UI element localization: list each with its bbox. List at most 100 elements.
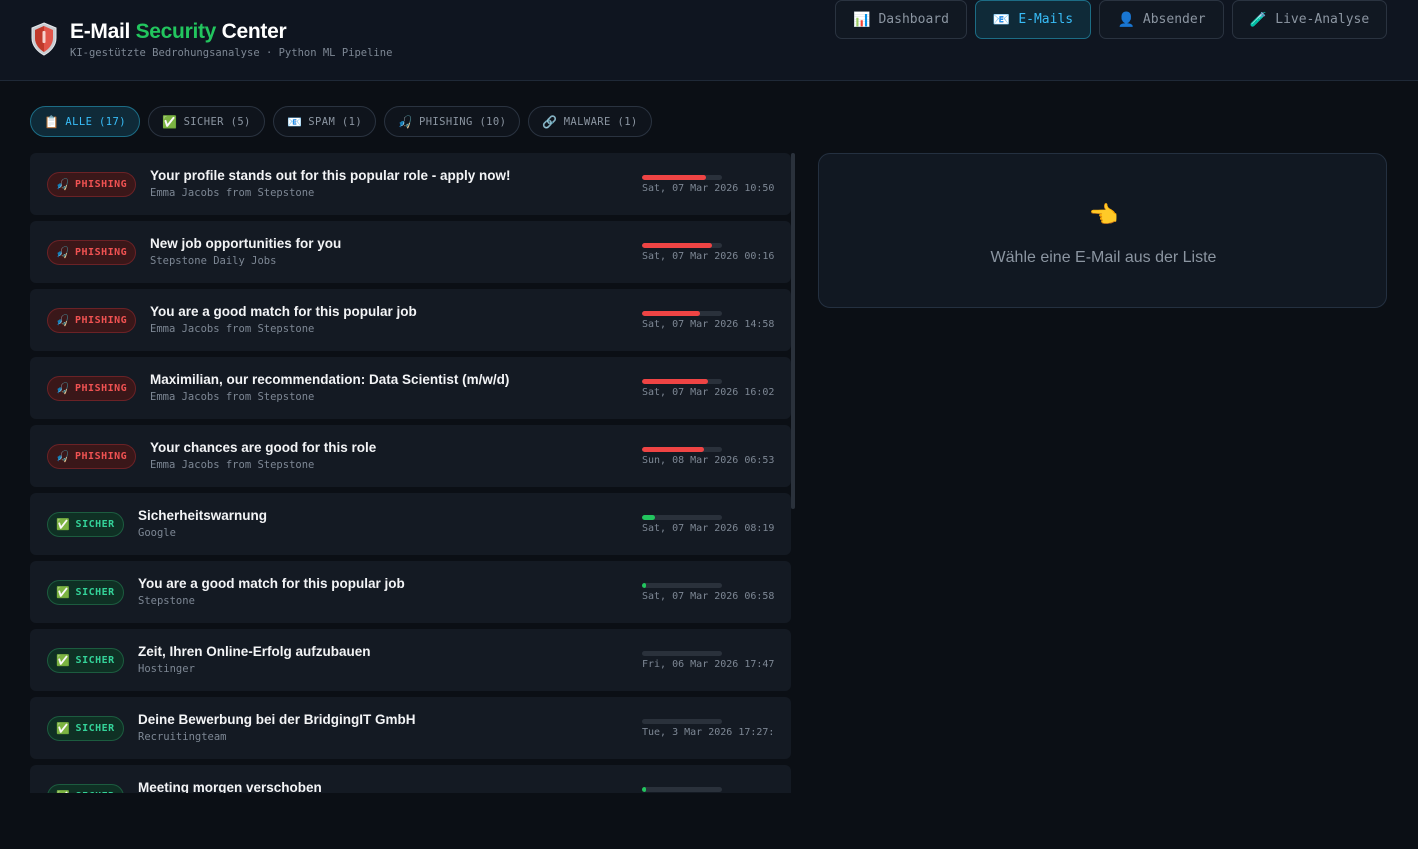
check-icon: ✅ (56, 654, 71, 667)
risk-score-bar (642, 379, 722, 384)
email-subject: Sicherheitswarnung (138, 508, 268, 523)
phishing-badge: 🎣 PHISHING (47, 376, 136, 401)
filter-sicher[interactable]: ✅ SICHER (5) (148, 106, 265, 137)
check-icon: ✅ (56, 586, 71, 599)
chart-icon: 📊 (853, 11, 871, 28)
email-row[interactable]: ✅ SICHER Zeit, Ihren Online-Erfolg aufzuba… (30, 629, 791, 691)
mail-icon: 📧 (286, 114, 303, 129)
title-suffix: Center (221, 20, 287, 43)
risk-score-fill (642, 583, 646, 588)
mail-icon: 📧 (992, 11, 1011, 28)
filter-spam[interactable]: 📧 SPAM (1) (273, 106, 376, 137)
filter-label: PHISHING (10) (418, 115, 507, 128)
sicher-badge: ✅ SICHER (47, 648, 124, 673)
check-icon: ✅ (56, 722, 71, 735)
sicher-badge: ✅ SICHER (47, 716, 124, 741)
risk-score-bar (642, 787, 722, 792)
sicher-badge: ✅ SICHER (47, 784, 124, 793)
badge-label: PHISHING (75, 451, 128, 462)
risk-score-fill (642, 311, 700, 316)
sicher-badge: ✅ SICHER (47, 512, 124, 537)
email-sender: Emma Jacobs from Stepstone (150, 187, 315, 199)
filter-label: ALLE (17) (65, 115, 126, 128)
risk-score-fill (642, 175, 706, 180)
risk-score-bar (642, 243, 722, 248)
phishing-badge: 🎣 PHISHING (47, 240, 136, 265)
email-detail-panel: 👈 Wähle eine E-Mail aus der Liste (818, 153, 1387, 308)
email-subject: New job opportunities for you (150, 236, 342, 251)
email-sender: Google (138, 527, 176, 539)
badge-label: PHISHING (75, 247, 128, 258)
fishing-icon: 🎣 (397, 114, 413, 129)
risk-score-bar (642, 447, 722, 452)
filter-malware[interactable]: 🔗 MALWARE (1) (528, 106, 652, 137)
nav-label: Live-Analyse (1275, 12, 1370, 27)
fishing-icon: 🎣 (55, 450, 71, 463)
risk-score-bar (642, 719, 722, 724)
email-list[interactable]: 🎣 PHISHING Your profile stands out for thi… (30, 153, 791, 793)
email-sender: Recruitingteam (138, 731, 227, 743)
email-sender: Stepstone (138, 595, 195, 607)
email-sender: Stepstone Daily Jobs (150, 255, 277, 267)
email-row[interactable]: 🎣 PHISHING New job opportunities for you St… (30, 221, 791, 283)
email-date: Sat, 07 Mar 2026 14:58 (642, 319, 775, 330)
email-date: Fri, 06 Mar 2026 17:47 (642, 659, 775, 670)
email-date: Sat, 07 Mar 2026 08:19 (642, 523, 775, 534)
check-icon: ✅ (56, 518, 71, 531)
risk-score-fill (642, 379, 709, 384)
phishing-badge: 🎣 PHISHING (47, 308, 136, 333)
email-subject: Zeit, Ihren Online-Erfolg aufzubauen (138, 644, 371, 659)
risk-score-fill (642, 787, 646, 792)
email-row[interactable]: ✅ SICHER Meeting morgen verschoben (30, 765, 791, 793)
badge-label: SICHER (75, 519, 115, 530)
email-row[interactable]: 🎣 PHISHING Your profile stands out for thi… (30, 153, 791, 215)
email-sender: Emma Jacobs from Stepstone (150, 459, 315, 471)
email-row[interactable]: ✅ SICHER You are a good match for this pop… (30, 561, 791, 623)
badge-label: SICHER (75, 655, 115, 666)
sicher-badge: ✅ SICHER (47, 580, 124, 605)
fishing-icon: 🎣 (55, 314, 71, 327)
shield-icon (31, 22, 57, 56)
nav-label: Absender (1142, 12, 1206, 27)
email-date: Sun, 08 Mar 2026 06:53 (642, 455, 775, 466)
email-subject: You are a good match for this popular jo… (150, 304, 417, 319)
nav-label: E-Mails (1018, 12, 1074, 27)
fishing-icon: 🎣 (55, 246, 71, 259)
email-row[interactable]: 🎣 PHISHING Your chances are good for this … (30, 425, 791, 487)
check-icon: ✅ (56, 790, 70, 793)
fishing-icon: 🎣 (55, 382, 71, 395)
nav-emails-button[interactable]: 📧 E-Mails (975, 0, 1091, 39)
risk-score-bar (642, 583, 722, 588)
email-date: Tue, 3 Mar 2026 17:27: (642, 727, 775, 738)
filter-alle[interactable]: 📋 ALLE (17) (30, 106, 140, 137)
check-icon: ✅ (162, 114, 178, 129)
risk-score-fill (642, 243, 713, 248)
badge-label: PHISHING (75, 383, 128, 394)
badge-label: SICHER (75, 723, 115, 734)
email-date: Sat, 07 Mar 2026 00:16 (642, 251, 775, 262)
risk-score-bar (642, 515, 722, 520)
detail-hint: Wähle eine E-Mail aus der Liste (990, 249, 1217, 266)
nav-live-analyse-button[interactable]: 🧪 Live-Analyse (1232, 0, 1387, 39)
user-icon: 👤 (1117, 11, 1135, 28)
risk-score-fill (642, 515, 655, 520)
badge-label: SICHER (76, 791, 115, 793)
email-date: Sat, 07 Mar 2026 06:58 (642, 591, 775, 602)
email-row[interactable]: 🎣 PHISHING Maximilian, our recommendation:… (30, 357, 791, 419)
email-row[interactable]: ✅ SICHER Sicherheitswarnung Google Sat, 07 M… (30, 493, 791, 555)
email-list-scrollbar[interactable] (791, 153, 795, 509)
email-row[interactable]: 🎣 PHISHING You are a good match for this p… (30, 289, 791, 351)
filter-phishing[interactable]: 🎣 PHISHING (10) (384, 106, 520, 137)
nav-label: Dashboard (878, 12, 949, 27)
email-subject: Meeting morgen verschoben (138, 780, 322, 793)
email-subject: Your profile stands out for this popular… (150, 168, 511, 183)
email-row[interactable]: ✅ SICHER Deine Bewerbung bei der BridgingI… (30, 697, 791, 759)
nav-dashboard-button[interactable]: 📊 Dashboard (835, 0, 967, 39)
email-subject: You are a good match for this popular jo… (138, 576, 405, 591)
filter-label: MALWARE (1) (563, 115, 638, 128)
nav-absender-button[interactable]: 👤 Absender (1099, 0, 1224, 39)
email-subject: Maximilian, our recommendation: Data Sci… (150, 372, 510, 387)
link-icon: 🔗 (542, 114, 558, 129)
title-prefix: E-Mail (70, 20, 131, 43)
email-subject: Deine Bewerbung bei der BridgingIT GmbH (138, 712, 416, 727)
